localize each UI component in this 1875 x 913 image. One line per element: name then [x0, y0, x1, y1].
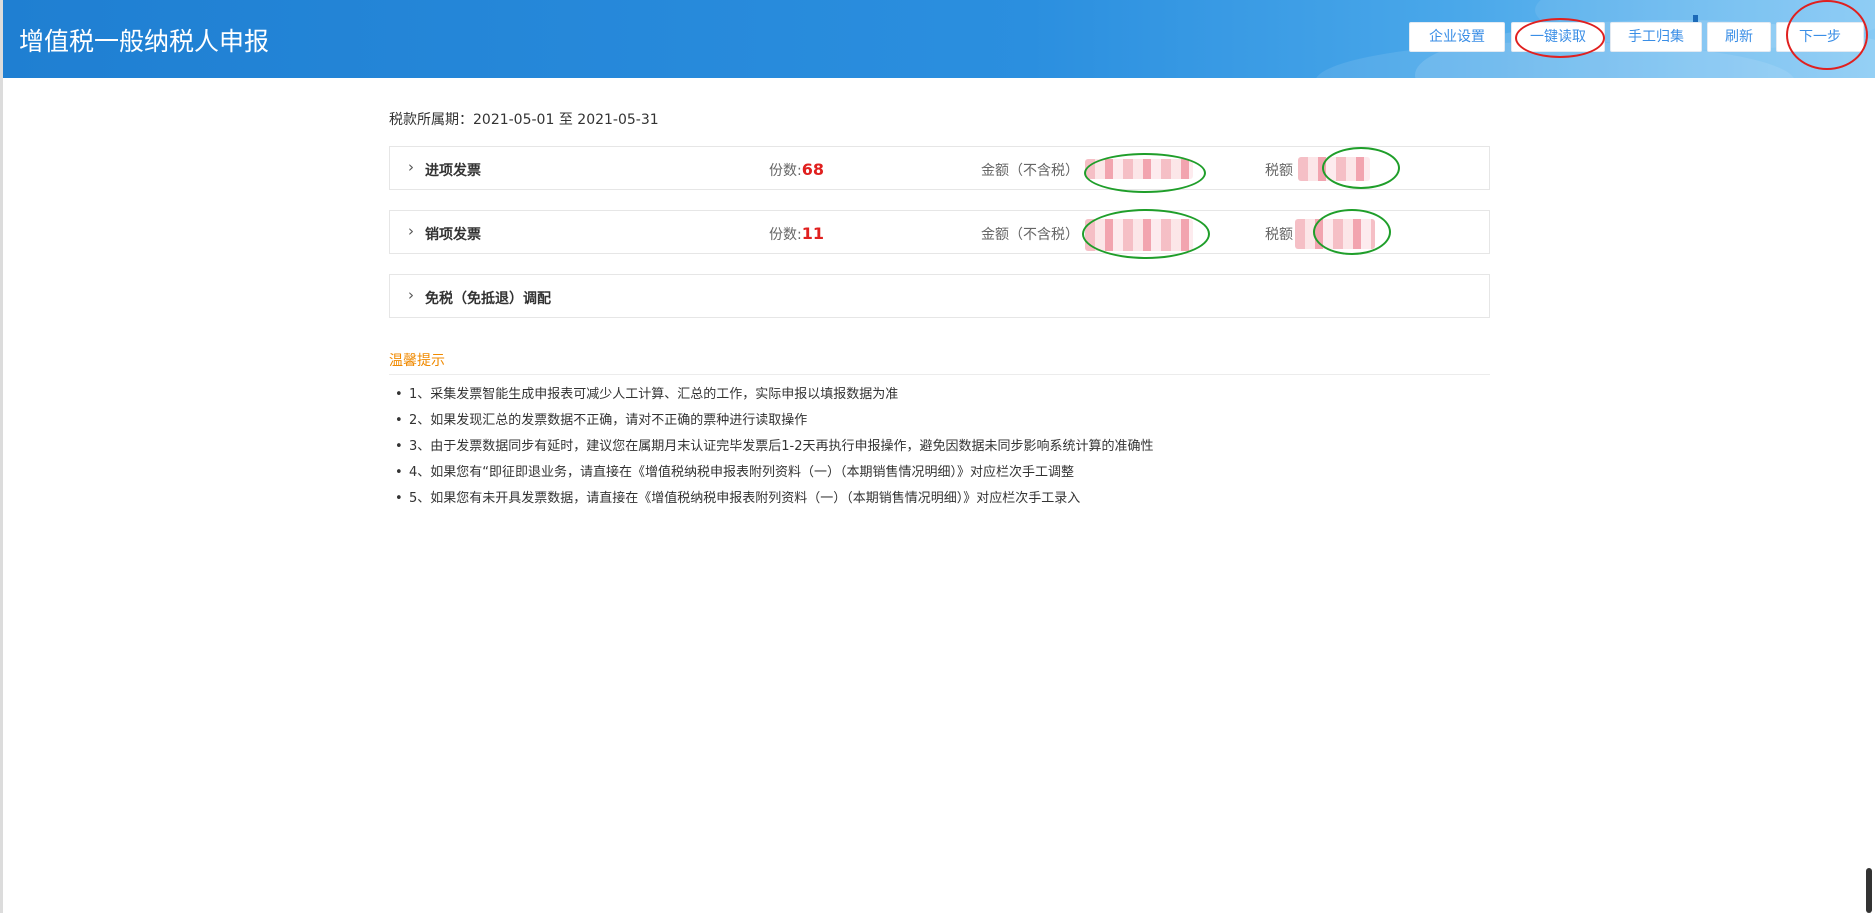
count-value: 11: [801, 224, 824, 243]
chevron-right-icon: ›: [408, 222, 414, 240]
exempt-adjust-panel[interactable]: › 免税（免抵退）调配: [389, 274, 1490, 318]
amount-label: 金额（不含税）: [981, 227, 1079, 243]
tips-title: 温馨提示: [389, 353, 445, 369]
tax-period: 税款所属期：2021-05-01 至 2021-05-31: [389, 109, 659, 129]
page-title: 增值税一般纳税人申报: [19, 27, 270, 56]
company-settings-button[interactable]: 企业设置: [1409, 22, 1505, 52]
count-label: 份数:: [769, 227, 802, 243]
count-value: 68: [801, 160, 824, 179]
output-invoice-panel[interactable]: › 销项发票 份数:11 金额（不含税） 税额: [389, 209, 1490, 259]
header-bar: 增值税一般纳税人申报 企业设置 一键读取 手工归集 刷新 下一步: [3, 0, 1875, 78]
output-invoice-count: 份数:11: [769, 224, 824, 244]
tip-item: 2、如果发现汇总的发票数据不正确，请对不正确的票种进行读取操作: [395, 412, 1154, 438]
input-invoice-panel[interactable]: › 进项发票 份数:68 金额（不含税） 税额: [389, 146, 1490, 193]
tax-period-start: 2021-05-01: [473, 112, 555, 128]
amount-label: 金额（不含税）: [981, 163, 1079, 179]
refresh-button[interactable]: 刷新: [1707, 22, 1771, 52]
output-invoice-title: 销项发票: [425, 227, 481, 243]
tax-label: 税额: [1265, 163, 1293, 179]
tax-label: 税额: [1265, 227, 1293, 243]
tip-item: 1、采集发票智能生成申报表可减少人工计算、汇总的工作，实际申报以填报数据为准: [395, 386, 1154, 412]
chevron-right-icon: ›: [408, 286, 414, 304]
tax-period-separator: 至: [558, 112, 573, 128]
annotation-red-circle: [1515, 18, 1605, 58]
chevron-right-icon: ›: [408, 158, 414, 176]
tip-item: 5、如果您有未开具发票数据，请直接在《增值税纳税申报表附列资料（一）（本期销售情…: [395, 490, 1154, 516]
manual-collect-button[interactable]: 手工归集: [1610, 22, 1702, 52]
annotation-green-circle: [1313, 209, 1391, 255]
exempt-adjust-title: 免税（免抵退）调配: [425, 291, 551, 307]
window-left-border: [0, 0, 3, 913]
annotation-green-circle: [1322, 147, 1400, 189]
tip-item: 3、由于发票数据同步有延时，建议您在属期月末认证完毕发票后1-2天再执行申报操作…: [395, 438, 1154, 464]
annotation-green-circle: [1082, 209, 1210, 259]
scrollbar-thumb[interactable]: [1866, 868, 1872, 913]
annotation-green-circle: [1084, 153, 1206, 193]
tips-list: 1、采集发票智能生成申报表可减少人工计算、汇总的工作，实际申报以填报数据为准 2…: [395, 386, 1154, 516]
app-root: 增值税一般纳税人申报 企业设置 一键读取 手工归集 刷新 下一步 税款所属期：2…: [0, 0, 1875, 913]
input-invoice-title: 进项发票: [425, 163, 481, 179]
count-label: 份数:: [769, 163, 802, 179]
annotation-red-circle: [1786, 0, 1868, 70]
tax-period-end: 2021-05-31: [577, 112, 659, 128]
tip-item: 4、如果您有“即征即退业务，请直接在《增值税纳税申报表附列资料（一）（本期销售情…: [395, 464, 1154, 490]
divider: [389, 374, 1490, 375]
input-invoice-count: 份数:68: [769, 160, 824, 180]
tax-period-label: 税款所属期：: [389, 112, 473, 128]
